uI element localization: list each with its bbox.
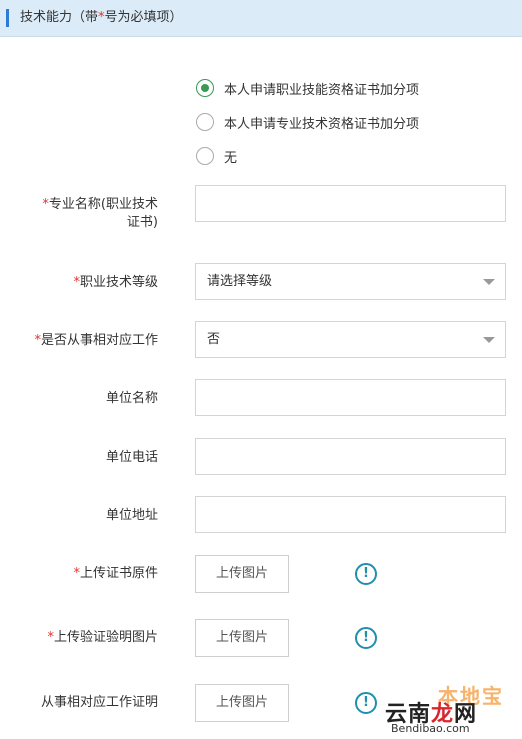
- major-name-input[interactable]: [195, 185, 506, 222]
- chevron-down-icon: [483, 337, 495, 343]
- unit-address-label: 单位地址: [105, 508, 158, 523]
- unit-phone-label: 单位电话: [105, 450, 158, 465]
- section-title-prefix: 技术能力（带: [20, 10, 99, 25]
- upload-verification-label-text: 上传验证验明图片: [53, 630, 158, 645]
- upload-work-proof-button[interactable]: 上传图片: [195, 684, 289, 722]
- major-name-label-line1: 专业名称(职业技术: [48, 197, 158, 212]
- engaged-work-label-text: 是否从事相对应工作: [40, 333, 158, 348]
- radio-label: 本人申请职业技能资格证书加分项: [224, 82, 420, 98]
- chevron-down-icon: [483, 279, 495, 285]
- radio-button[interactable]: [196, 113, 214, 131]
- radio-button-checked[interactable]: [196, 79, 214, 97]
- tech-level-select[interactable]: 请选择等级: [195, 263, 506, 300]
- section-accent-bar: [6, 9, 9, 27]
- radio-button[interactable]: [196, 147, 214, 165]
- radio-label: 无: [224, 150, 238, 166]
- radio-option-vocational[interactable]: 本人申请职业技能资格证书加分项: [196, 77, 419, 99]
- radio-label: 本人申请专业技术资格证书加分项: [224, 116, 420, 132]
- upload-certificate-button[interactable]: 上传图片: [195, 555, 289, 593]
- upload-verification-label: *上传验证验明图片: [0, 629, 158, 647]
- watermark-url: Bendibao.com: [391, 722, 470, 735]
- watermark-logo: 本地宝 云南龙网 Bendibao.com: [385, 680, 522, 739]
- radio-option-professional[interactable]: 本人申请专业技术资格证书加分项: [196, 111, 419, 133]
- section-header: 技术能力（带*号为必填项）: [0, 0, 522, 37]
- unit-phone-input[interactable]: [195, 438, 506, 475]
- upload-certificate-label: *上传证书原件: [0, 565, 158, 583]
- radio-option-none[interactable]: 无: [196, 145, 237, 167]
- engaged-work-label: *是否从事相对应工作: [0, 332, 158, 350]
- exclamation-circle-icon[interactable]: !: [355, 563, 377, 585]
- upload-certificate-label-text: 上传证书原件: [79, 566, 158, 581]
- unit-name-label: 单位名称: [105, 391, 158, 406]
- upload-verification-button[interactable]: 上传图片: [195, 619, 289, 657]
- section-title: 技术能力（带*号为必填项）: [20, 9, 183, 27]
- unit-address-input[interactable]: [195, 496, 506, 533]
- exclamation-circle-icon[interactable]: !: [355, 692, 377, 714]
- exclamation-circle-icon[interactable]: !: [355, 627, 377, 649]
- tech-level-select-value: 请选择等级: [207, 274, 273, 289]
- major-name-label: *专业名称(职业技术 证书): [0, 196, 158, 232]
- tech-level-label: *职业技术等级: [0, 274, 158, 292]
- major-name-label-line2: 证书): [126, 215, 158, 230]
- unit-name-input[interactable]: [195, 379, 506, 416]
- engaged-work-select-value: 否: [207, 332, 221, 347]
- section-title-suffix: 号为必填项）: [104, 10, 183, 25]
- upload-work-proof-label: 从事相对应工作证明: [40, 695, 158, 710]
- tech-level-label-text: 职业技术等级: [79, 275, 158, 290]
- engaged-work-select[interactable]: 否: [195, 321, 506, 358]
